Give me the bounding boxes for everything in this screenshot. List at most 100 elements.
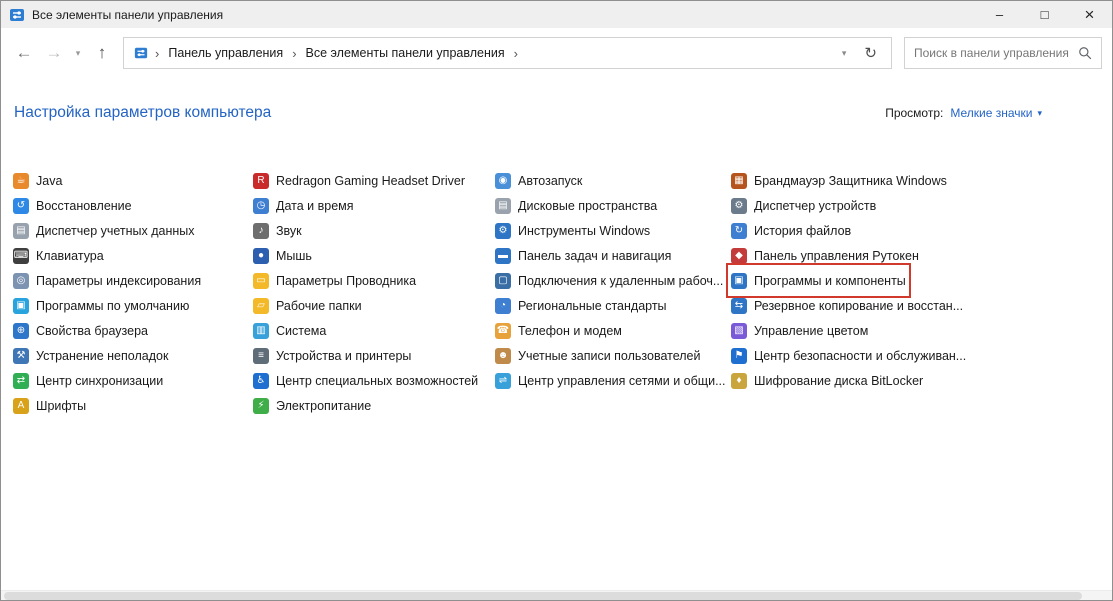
up-button[interactable]: ↑ [87,38,117,68]
control-panel-icon [134,46,148,60]
forward-button[interactable]: → [39,38,69,68]
search-icon[interactable] [1078,46,1092,60]
control-panel-item[interactable]: RRedragon Gaming Headset Driver [253,168,465,193]
items-column: ◉Автозапуск▤Дисковые пространства⚙Инстру… [495,168,731,418]
view-selector: Просмотр: Мелкие значки ▾ [885,106,1042,120]
control-panel-item[interactable]: ⚒ Устранение неполадок [13,343,168,368]
java-icon: ☕ [13,173,29,189]
control-panel-item[interactable]: ▧ Управление цветом [731,318,868,343]
control-panel-item[interactable]: ⚙Диспетчер устройств [731,193,876,218]
recent-locations-chevron-icon[interactable]: ▾ [69,38,87,68]
control-panel-item[interactable]: ▤Диспетчер учетных данных [13,218,195,243]
breadcrumb-all-items[interactable]: Все элементы панели управления [302,43,509,63]
control-panel-item[interactable]: ▤Дисковые пространства [495,193,657,218]
view-label: Просмотр: [885,106,943,120]
breadcrumb-control-panel[interactable]: Панель управления [164,43,287,63]
address-bar[interactable]: › Панель управления › Все элементы панел… [123,37,892,69]
control-panel-item[interactable]: ↻История файлов [731,218,851,243]
control-panel-item[interactable]: ↺ Восстановление [13,193,132,218]
main-content: Настройка параметров компьютера Просмотр… [1,78,1112,418]
control-panel-icon [9,7,25,23]
control-panel-item[interactable]: ⚡Электропитание [253,393,371,418]
control-panel-item-label: Автозапуск [518,174,582,188]
control-panel-item-label: Устранение неполадок [36,349,168,363]
control-panel-item-label: Управление цветом [754,324,868,338]
refresh-icon[interactable]: ↻ [856,44,885,62]
control-panel-item[interactable]: ♦Шифрование диска BitLocker [731,368,923,393]
control-panel-item-label: Центр синхронизации [36,374,163,388]
recovery-icon: ↺ [13,198,29,214]
control-panel-item-label: Диспетчер устройств [754,199,876,213]
control-panel-item-label: Учетные записи пользователей [518,349,701,363]
control-panel-item[interactable]: ●Мышь [253,243,312,268]
control-panel-item[interactable]: ◆Панель управления Рутокен [731,243,919,268]
control-panel-item[interactable]: ◉Автозапуск [495,168,582,193]
control-panel-item-label: Брандмауэр Защитника Windows [754,174,947,188]
control-panel-item-label: Программы и компоненты [754,274,906,288]
troubleshooting-icon: ⚒ [13,348,29,364]
work-folders-icon: ▱ [253,298,269,314]
address-dropdown-icon[interactable]: ▾ [832,48,857,59]
control-panel-item-label: Программы по умолчанию [36,299,189,313]
control-panel-item[interactable]: ▭Параметры Проводника [253,268,416,293]
power-options-icon: ⚡ [253,398,269,414]
control-panel-item-label: Дата и время [276,199,354,213]
control-panel-item[interactable]: ▦Брандмауэр Защитника Windows [731,168,947,193]
control-panel-item-label: Дисковые пространства [518,199,657,213]
security-maintenance-icon: ⚑ [731,348,747,364]
close-button[interactable]: × [1067,1,1112,28]
control-panel-item[interactable]: ⇆Резервное копирование и восстан... [731,293,963,318]
window-controls: – □ × [977,1,1112,28]
remote-desktop-icon: ▢ [495,273,511,289]
view-value: Мелкие значки [950,106,1032,120]
control-panel-item[interactable]: ⇌Центр управления сетями и общи... [495,368,725,393]
redragon-driver-icon: R [253,173,269,189]
horizontal-scrollbar[interactable] [1,590,1112,600]
control-panel-item[interactable]: ☎Телефон и модем [495,318,622,343]
control-panel-item[interactable]: ⇄Центр синхронизации [13,368,163,393]
window-title: Все элементы панели управления [32,8,223,22]
maximize-button[interactable]: □ [1022,1,1067,28]
control-panel-item[interactable]: ⚑Центр безопасности и обслуживан... [731,343,966,368]
view-dropdown[interactable]: Мелкие значки ▾ [950,106,1042,120]
control-panel-item-label: Телефон и модем [518,324,622,338]
control-panel-item[interactable]: ☻Учетные записи пользователей [495,343,701,368]
control-panel-item[interactable]: ▱Рабочие папки [253,293,362,318]
content-header: Настройка параметров компьютера Просмотр… [1,104,1112,122]
control-panel-item[interactable]: ▥Система [253,318,326,343]
control-panel-item[interactable]: AШрифты [13,393,86,418]
control-panel-item-label: Шрифты [36,399,86,413]
control-panel-item[interactable]: ♿Центр специальных возможностей [253,368,478,393]
bitlocker-icon: ♦ [731,373,747,389]
control-panel-item-label: Диспетчер учетных данных [36,224,195,238]
control-panel-item[interactable]: ♪Звук [253,218,302,243]
control-panel-item-label: Параметры индексирования [36,274,201,288]
control-panel-item-label: Мышь [276,249,312,263]
control-panel-item[interactable]: ▢Подключения к удаленным рабоч... [495,268,723,293]
search-box[interactable] [904,37,1102,69]
control-panel-item[interactable]: ⊕Свойства браузера [13,318,148,343]
control-panel-item-label: Региональные стандарты [518,299,667,313]
indexing-options-icon: ◎ [13,273,29,289]
page-title: Настройка параметров компьютера [14,104,271,122]
control-panel-item[interactable]: ≡Устройства и принтеры [253,343,411,368]
control-panel-item-label: Восстановление [36,199,132,213]
control-panel-item[interactable]: ◎ Параметры индексирования [13,268,201,293]
control-panel-item[interactable]: ◔Региональные стандарты [495,293,667,318]
control-panel-item-label: Java [36,174,62,188]
search-input[interactable] [914,46,1072,60]
back-button[interactable]: ← [9,38,39,68]
control-panel-item[interactable]: ▬Панель задач и навигация [495,243,671,268]
control-panel-item[interactable]: ▣Программы и компоненты [731,268,906,293]
color-management-icon: ▧ [731,323,747,339]
minimize-button[interactable]: – [977,1,1022,28]
control-panel-item-label: Центр специальных возможностей [276,374,478,388]
control-panel-item[interactable]: ☕ Java [13,168,62,193]
control-panel-item-label: Устройства и принтеры [276,349,411,363]
scrollbar-thumb[interactable] [4,592,1082,600]
control-panel-item[interactable]: ⌨Клавиатура [13,243,104,268]
control-panel-item[interactable]: ◷Дата и время [253,193,354,218]
control-panel-item[interactable]: ⚙Инструменты Windows [495,218,650,243]
control-panel-item[interactable]: ▣Программы по умолчанию [13,293,189,318]
control-panel-item-label: Центр управления сетями и общи... [518,374,725,388]
